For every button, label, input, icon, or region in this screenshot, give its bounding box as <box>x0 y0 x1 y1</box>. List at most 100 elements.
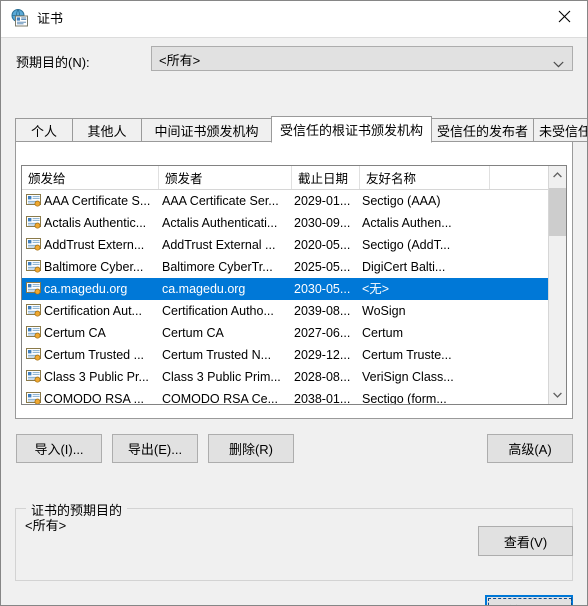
certificate-list[interactable]: 颁发给 颁发者 截止日期 友好名称 AAA Certificate S... A… <box>21 165 567 405</box>
certificate-icon <box>26 194 41 208</box>
import-button[interactable]: 导入(I)... <box>16 434 102 463</box>
tab-label: 受信任的发布者 <box>436 123 528 139</box>
tab-other-people[interactable]: 其他人 <box>72 118 142 142</box>
tab-trusted-root-cas[interactable]: 受信任的根证书颁发机构 <box>271 116 432 143</box>
cell-issued-to: Certum Trusted ... <box>44 348 145 362</box>
certificate-icon <box>26 392 41 404</box>
remove-button-label: 删除(R) <box>228 442 274 457</box>
tab-personal[interactable]: 个人 <box>15 118 73 142</box>
view-button[interactable]: 查看(V) <box>478 526 573 556</box>
table-row[interactable]: Baltimore Cyber... Baltimore CyberTr... … <box>22 256 548 278</box>
tab-label: 个人 <box>30 123 57 139</box>
cell-issued-by: Class 3 Public Prim... <box>162 370 281 384</box>
cell-expiration-date: 2029-01... <box>294 194 351 208</box>
cell-issued-to: Class 3 Public Pr... <box>44 370 149 384</box>
scrollbar-thumb[interactable] <box>549 188 566 236</box>
cell-issued-to: AAA Certificate S... <box>44 194 151 208</box>
intended-purposes-value: <所有> <box>25 518 67 533</box>
close-button[interactable]: 关闭(C) <box>485 595 573 606</box>
cell-issued-by: AAA Certificate Ser... <box>162 194 279 208</box>
cell-expiration-date: 2030-09... <box>294 216 351 230</box>
export-button-label: 导出(E)... <box>127 442 183 457</box>
view-button-label: 查看(V) <box>503 534 548 550</box>
cell-friendly-name: Certum Truste... <box>362 348 452 362</box>
cell-friendly-name: Sectigo (form... <box>362 392 447 405</box>
column-header-friendly-name[interactable]: 友好名称 <box>360 166 490 189</box>
list-vertical-scrollbar[interactable] <box>548 166 566 404</box>
tab-label: 中间证书颁发机构 <box>154 123 259 139</box>
cell-expiration-date: 2027-06... <box>294 326 351 340</box>
certificate-icon <box>26 304 41 318</box>
certificates-dialog: 证书 预期目的(N): <所有> 个人 其他人 中间证书颁发机构 受信任的根证书… <box>0 0 588 606</box>
chevron-down-icon <box>553 55 564 73</box>
close-icon[interactable] <box>541 1 587 32</box>
certificate-icon <box>26 326 41 340</box>
cell-issued-by: COMODO RSA Ce... <box>162 392 278 405</box>
window-title: 证书 <box>37 11 64 26</box>
certificate-icon <box>26 348 41 362</box>
cell-issued-to: Baltimore Cyber... <box>44 260 144 274</box>
column-header-label: 颁发者 <box>165 172 203 186</box>
table-row-selected[interactable]: ca.magedu.org ca.magedu.org 2030-05... <… <box>22 278 548 300</box>
cell-issued-by: AddTrust External ... <box>162 238 276 252</box>
title-bar: 证书 <box>1 1 587 37</box>
remove-button[interactable]: 删除(R) <box>208 434 294 463</box>
table-row[interactable]: Class 3 Public Pr... Class 3 Public Prim… <box>22 366 548 388</box>
column-header-label: 友好名称 <box>366 172 417 186</box>
certificate-icon <box>26 370 41 384</box>
column-header-spacer[interactable] <box>490 166 548 189</box>
intended-purpose-label: 预期目的(N): <box>16 55 90 70</box>
import-button-label: 导入(I)... <box>34 442 84 457</box>
cell-expiration-date: 2025-05... <box>294 260 351 274</box>
export-button[interactable]: 导出(E)... <box>112 434 198 463</box>
intended-purpose-value: <所有> <box>159 53 201 68</box>
dialog-client-area: 预期目的(N): <所有> 个人 其他人 中间证书颁发机构 受信任的根证书颁发机… <box>1 37 587 605</box>
intended-purpose-combobox[interactable]: <所有> <box>151 46 573 71</box>
tab-label: 其他人 <box>87 123 127 139</box>
tab-trusted-publishers[interactable]: 受信任的发布者 <box>431 118 534 142</box>
certificate-icon <box>26 216 41 230</box>
cell-friendly-name: DigiCert Balti... <box>362 260 446 274</box>
table-row[interactable]: AAA Certificate S... AAA Certificate Ser… <box>22 190 548 212</box>
certificate-icon <box>26 238 41 252</box>
close-button-label: 关闭(C) <box>507 601 551 606</box>
cell-expiration-date: 2020-05... <box>294 238 351 252</box>
table-row[interactable]: AddTrust Extern... AddTrust External ...… <box>22 234 548 256</box>
table-row[interactable]: Certum Trusted ... Certum Trusted N... 2… <box>22 344 548 366</box>
cell-issued-to: AddTrust Extern... <box>44 238 145 252</box>
column-header-label: 截止日期 <box>298 172 349 186</box>
cell-friendly-name: VeriSign Class... <box>362 370 454 384</box>
tab-label: 未受信任的发布者 <box>538 123 588 139</box>
column-header-expiration-date[interactable]: 截止日期 <box>292 166 360 189</box>
tab-intermediate-cas[interactable]: 中间证书颁发机构 <box>141 118 272 142</box>
advanced-button[interactable]: 高级(A) <box>487 434 573 463</box>
scroll-down-icon[interactable] <box>549 386 566 404</box>
certificate-icon <box>26 282 41 296</box>
column-header-label: 颁发给 <box>28 172 66 186</box>
cell-issued-to: COMODO RSA ... <box>44 392 145 405</box>
tab-untrusted-publishers[interactable]: 未受信任的发布者 <box>533 118 588 142</box>
tab-label: 受信任的根证书颁发机构 <box>279 123 423 138</box>
cell-issued-by: Certum Trusted N... <box>162 348 272 362</box>
cell-friendly-name: Sectigo (AAA) <box>362 194 441 208</box>
column-header-issued-by[interactable]: 颁发者 <box>159 166 292 189</box>
table-row[interactable]: COMODO RSA ... COMODO RSA Ce... 2038-01.… <box>22 388 548 405</box>
cell-friendly-name: WoSign <box>362 304 406 318</box>
certificate-globe-icon <box>10 9 29 28</box>
cell-issued-by: Actalis Authenticati... <box>162 216 278 230</box>
table-row[interactable]: Actalis Authentic... Actalis Authenticat… <box>22 212 548 234</box>
cell-expiration-date: 2038-01... <box>294 392 351 405</box>
cell-issued-to: Actalis Authentic... <box>44 216 147 230</box>
cell-friendly-name: Certum <box>362 326 403 340</box>
cell-friendly-name: Sectigo (AddT... <box>362 238 451 252</box>
table-row[interactable]: Certification Aut... Certification Autho… <box>22 300 548 322</box>
cell-friendly-name: <无> <box>362 282 390 296</box>
cell-issued-by: Baltimore CyberTr... <box>162 260 273 274</box>
table-row[interactable]: Certum CA Certum CA 2027-06... Certum <box>22 322 548 344</box>
cell-expiration-date: 2028-08... <box>294 370 351 384</box>
cell-issued-to: Certum CA <box>44 326 106 340</box>
scroll-up-icon[interactable] <box>549 166 566 184</box>
advanced-button-label: 高级(A) <box>508 442 552 457</box>
cell-issued-to: Certification Aut... <box>44 304 142 318</box>
column-header-issued-to[interactable]: 颁发给 <box>22 166 159 189</box>
